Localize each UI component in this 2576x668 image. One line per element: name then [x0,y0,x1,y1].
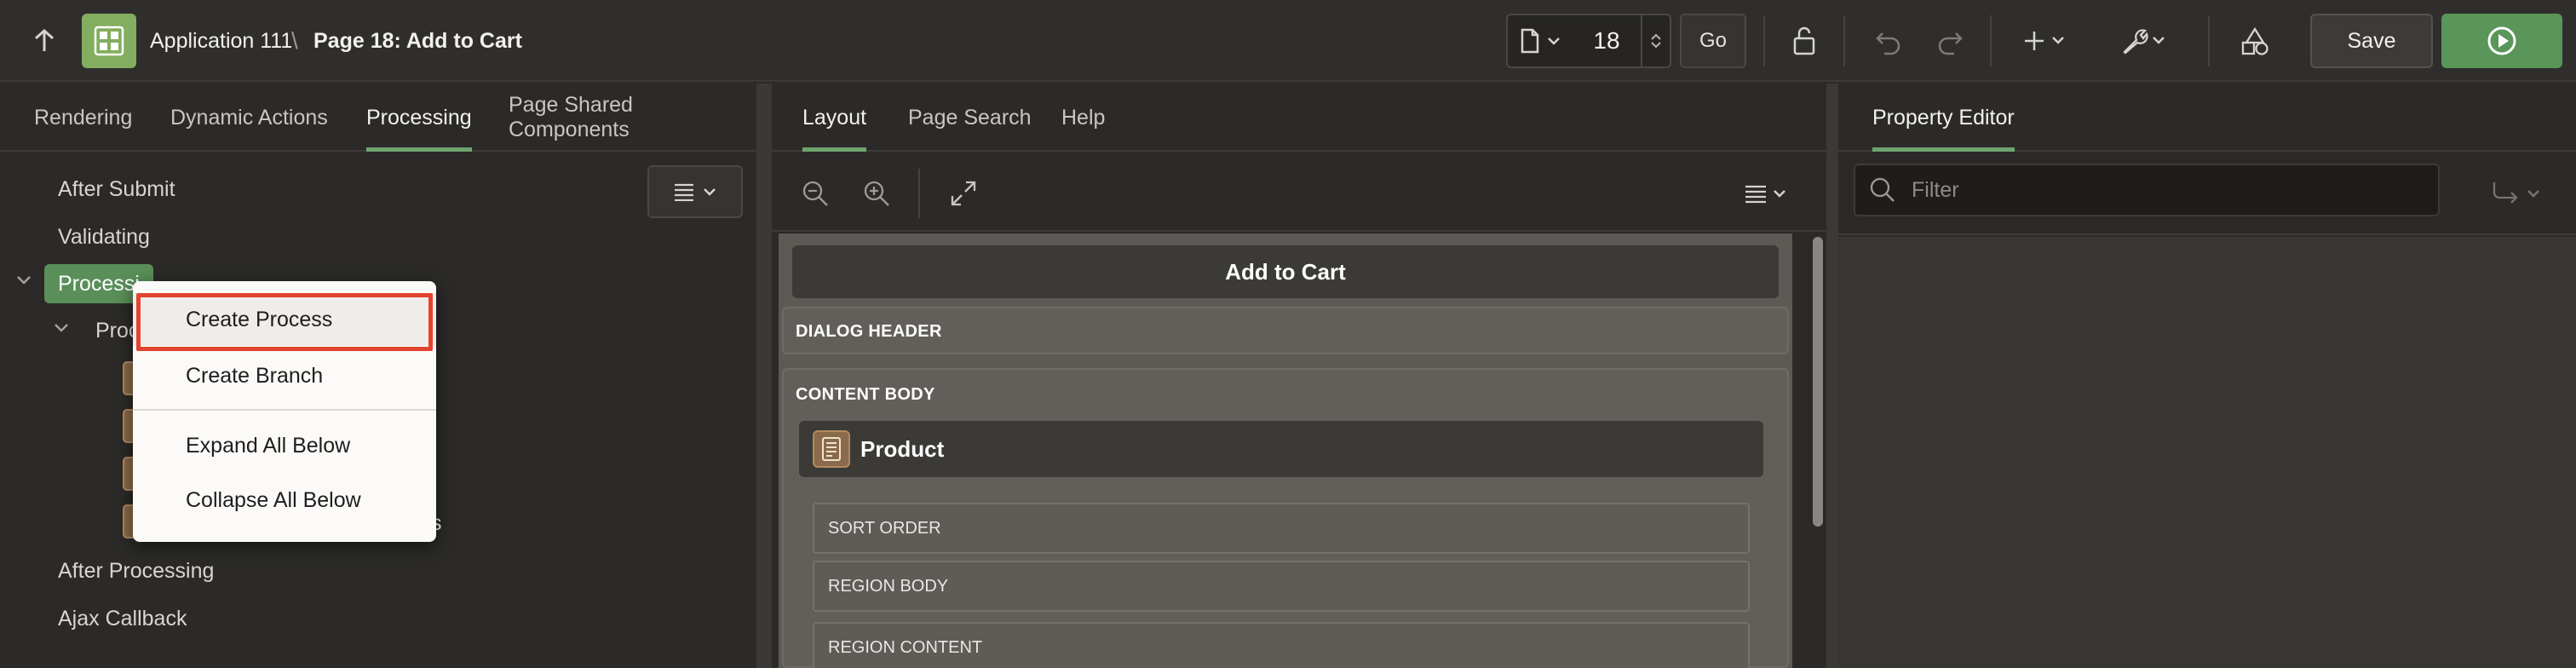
zoom-in-icon[interactable] [855,172,898,215]
tree-node-validating[interactable]: Validating [58,220,150,254]
page-number-input[interactable]: 18 [1573,27,1641,55]
dialog-title-bar[interactable]: Add to Cart [792,245,1779,298]
chevron-up-icon [1651,33,1661,40]
content-body-label: CONTENT BODY [796,385,935,404]
product-region-title: Product [860,435,945,462]
chevron-down-icon [1548,37,1560,45]
filter-input[interactable] [1912,177,2423,203]
pane-splitter[interactable] [756,84,772,668]
layout-canvas[interactable]: Add to Cart DIALOG HEADER CONTENT BODY P… [779,233,1792,668]
filter-row [1838,153,2576,235]
dialog-header-region[interactable]: DIALOG HEADER [782,307,1789,354]
undo-icon[interactable] [1866,19,1912,63]
highlight-box [136,293,433,351]
tab-property-editor[interactable]: Property Editor [1872,84,2015,152]
context-menu: Create Process Create Branch Expand All … [133,281,436,542]
redo-icon[interactable] [1927,19,1973,63]
menu-item-create-branch[interactable]: Create Branch [133,349,436,402]
tab-page-search[interactable]: Page Search [908,84,1032,152]
chevron-down-icon [1651,42,1661,49]
dialog-header-label: DIALOG HEADER [796,322,942,341]
toolbar-divider [2208,15,2210,66]
tab-dynamic-actions[interactable]: Dynamic Actions [170,84,328,152]
tab-rendering[interactable]: Rendering [34,84,132,152]
tab-layout[interactable]: Layout [802,84,867,152]
menu-item-collapse-all-below[interactable]: Collapse All Below [133,474,436,527]
zoom-out-icon[interactable] [794,172,837,215]
slot-sort-order[interactable]: SORT ORDER [813,503,1750,554]
search-icon [1870,177,1895,202]
go-button[interactable]: Go [1680,14,1746,68]
tree-node-ajax-callback[interactable]: Ajax Callback [58,602,187,636]
right-tabs: Property Editor [1838,84,2576,152]
create-menu-plus-icon[interactable] [2012,19,2080,63]
top-toolbar: Application 111 \ Page 18: Add to Cart 1… [0,0,2576,82]
run-page-button[interactable] [2441,14,2562,68]
toolbar-divider [1990,15,1992,66]
product-region-header[interactable]: Product [799,421,1763,477]
tab-processing[interactable]: Processing [366,84,472,152]
middle-tabs: Layout Page Search Help [772,84,1826,152]
menu-separator [133,409,436,411]
expand-icon[interactable] [942,172,985,215]
save-button[interactable]: Save [2310,14,2433,68]
filter-field[interactable] [1854,164,2440,216]
tree-node-after-processing[interactable]: After Processing [58,554,214,588]
pane-splitter[interactable] [1826,84,1838,668]
property-editor-body [1838,237,2576,668]
play-circle-icon [2487,26,2516,55]
caret-down-icon[interactable] [15,273,32,291]
toolbar-divider [918,169,920,218]
layout-toolbar [772,153,1826,232]
tab-page-shared-components[interactable]: Page Shared Components [509,84,756,152]
lock-icon[interactable] [1780,19,1826,63]
property-editor-pane: Property Editor [1838,84,2576,668]
tree-node-after-submit[interactable]: After Submit [58,172,175,206]
up-arrow-icon[interactable] [19,19,70,63]
caret-down-icon[interactable] [53,320,70,338]
slot-region-body[interactable]: REGION BODY [813,561,1750,612]
breadcrumb-application[interactable]: Application 111 [150,24,292,58]
chevron-down-icon [2527,190,2539,198]
breadcrumb-separator: \ [291,27,298,54]
page-icon[interactable] [1508,15,1573,66]
menu-lines-icon [675,183,693,201]
utilities-wrench-icon[interactable] [2111,19,2179,63]
left-tabs: Rendering Dynamic Actions Processing Pag… [0,84,756,152]
application-icon[interactable] [82,14,136,68]
layout-menu-icon[interactable] [1739,172,1799,215]
toolbar-divider [1763,15,1765,66]
menu-item-expand-all-below[interactable]: Expand All Below [133,419,436,472]
breadcrumb-page-title: Page 18: Add to Cart [313,28,522,53]
chevron-down-icon [704,188,716,196]
tree-menu-button[interactable] [647,165,743,218]
shared-components-shapes-icon[interactable] [2232,19,2278,63]
tab-help[interactable]: Help [1061,84,1105,152]
canvas-scrollbar[interactable] [1813,237,1823,527]
layout-pane: Layout Page Search Help Add to Cart DIAL… [772,84,1826,668]
page-selector[interactable]: 18 [1506,14,1671,68]
go-to-group-icon[interactable] [2477,174,2554,213]
page-number-stepper[interactable] [1641,15,1670,66]
form-region-icon [813,430,850,468]
slot-region-content[interactable]: REGION CONTENT [813,622,1750,668]
toolbar-divider [1843,15,1845,66]
